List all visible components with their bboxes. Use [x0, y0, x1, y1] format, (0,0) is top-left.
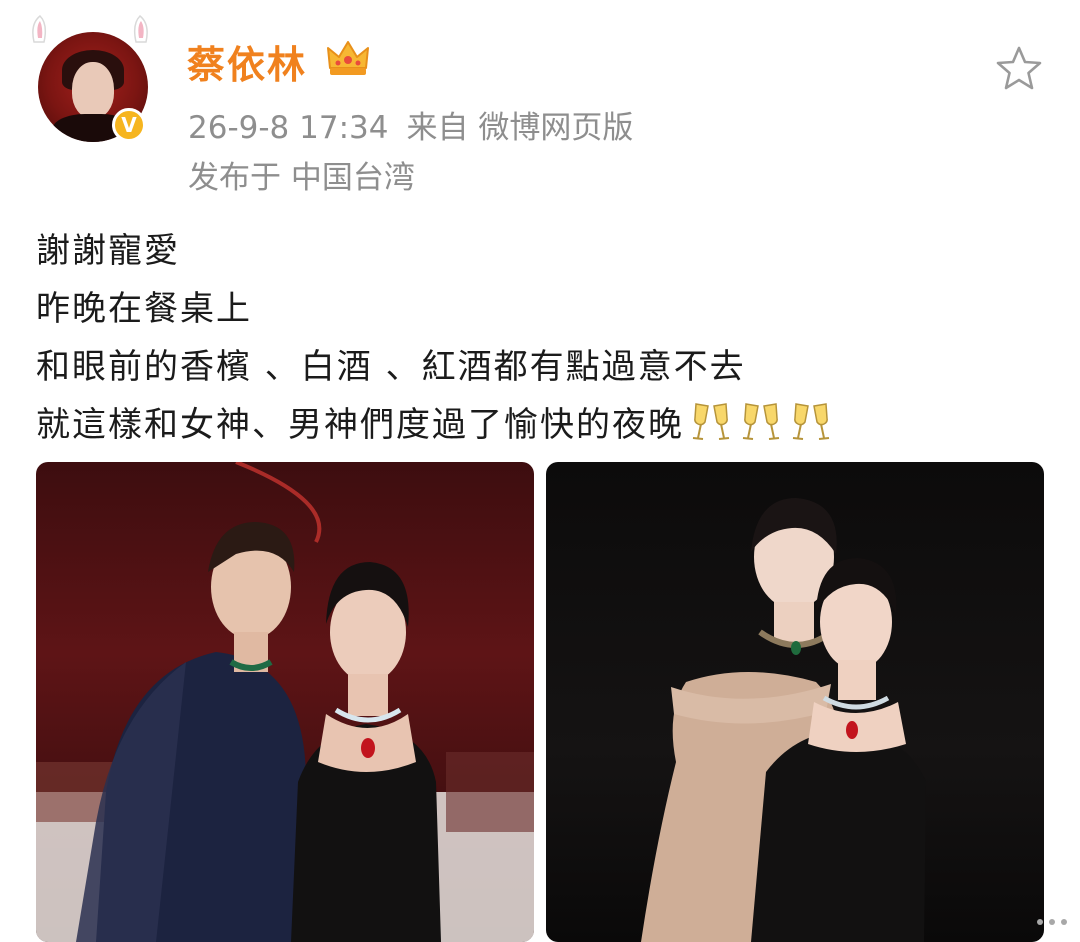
username[interactable]: 蔡依林: [187, 34, 307, 89]
star-outline-icon[interactable]: [994, 44, 1044, 94]
avatar[interactable]: V: [30, 14, 160, 149]
post-meta-time: 26-9-8 17:34 来自 微博网页版: [188, 102, 633, 147]
bunny-ear-right-icon: [133, 14, 148, 43]
post-location: 发布于 中国台湾: [188, 160, 415, 196]
photo-two-women-banquet[interactable]: [36, 462, 534, 942]
content-line: 就這樣和女神、男神們度過了愉快的夜晚: [36, 405, 684, 445]
clinking-glasses-icon: [792, 403, 830, 440]
clinking-glasses-icon: [692, 403, 730, 440]
verified-badge-icon: V: [112, 108, 146, 142]
crown-icon: [327, 41, 369, 75]
photo-illustration: [36, 462, 534, 942]
weibo-post: V 蔡依林 26-9-8 17:34 来自 微博网页版 发布于 中国台湾 謝謝寵愛…: [0, 0, 1080, 942]
content-line: 和眼前的香檳 、白酒 、紅酒都有點過意不去: [36, 347, 746, 387]
photo-two-women-dark-backdrop[interactable]: [546, 462, 1044, 942]
post-source: 来自 微博网页版: [406, 110, 634, 146]
timestamp[interactable]: 26-9-8 17:34: [188, 110, 388, 146]
content-line: 昨晚在餐桌上: [36, 289, 252, 329]
post-content: 謝謝寵愛 昨晚在餐桌上 和眼前的香檳 、白酒 、紅酒都有點過意不去 就這樣和女神…: [36, 222, 1046, 454]
avatar-face: [72, 62, 114, 118]
content-line: 謝謝寵愛: [36, 231, 180, 271]
more-images-icon[interactable]: [1034, 912, 1070, 932]
clinking-glasses-icon: [742, 403, 780, 440]
content-line-with-emoji: 就這樣和女神、男神們度過了愉快的夜晚: [36, 396, 1046, 454]
bunny-ear-left-icon: [32, 14, 47, 43]
photo-illustration: [641, 498, 926, 942]
